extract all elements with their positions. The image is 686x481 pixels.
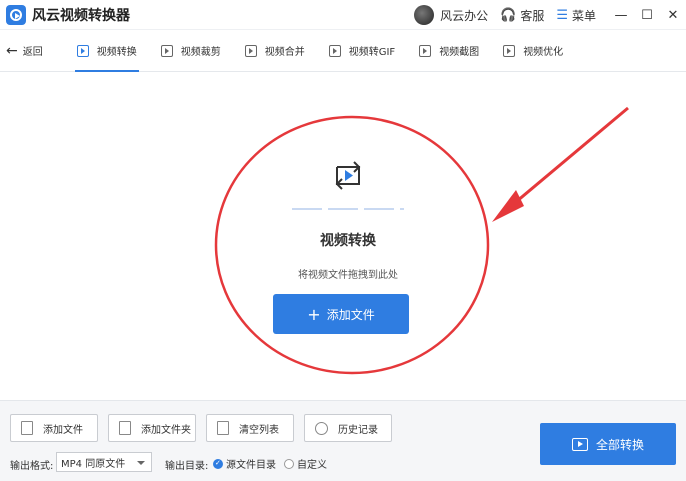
clock-icon — [315, 421, 328, 435]
format-value: MP4 同原文件 — [61, 458, 126, 470]
sliders-icon — [503, 44, 516, 57]
convert-all-button[interactable]: 全部转换 — [540, 423, 676, 465]
tab-video-crop[interactable]: 视频裁剪 — [149, 30, 233, 72]
bottom-add-file-button[interactable]: 添加文件 — [10, 414, 98, 442]
video-merge-icon — [244, 44, 257, 57]
button-label: 清空列表 — [239, 424, 279, 436]
convert-all-label: 全部转换 — [595, 437, 644, 452]
drop-subtitle: 将视频文件拖拽到此处 — [298, 270, 398, 281]
tab-video-optimize[interactable]: 视频优化 — [491, 30, 575, 72]
radio-checked-icon — [213, 458, 223, 469]
drop-area[interactable]: 视频转换 将视频文件拖拽到此处 + 添加文件 — [0, 73, 686, 400]
app-logo-icon — [6, 4, 26, 25]
service-link[interactable]: 客服 — [520, 7, 544, 24]
titlebar-controls: 风云办公 🎧 客服 ☰ 菜单 — ☐ ✕ — [414, 0, 686, 30]
radio-source-dir[interactable]: 源文件目录 — [213, 456, 276, 471]
close-button[interactable]: ✕ — [660, 0, 686, 30]
format-label: 输出格式: — [10, 461, 54, 472]
bottom-bar: 添加文件 添加文件夹 清空列表 历史记录 输出格式: MP4 同原文件 输出目录… — [0, 400, 686, 481]
output-dir-label: 输出目录: — [165, 461, 209, 472]
clear-list-button[interactable]: 清空列表 — [206, 414, 294, 442]
tab-label: 视频转换 — [96, 47, 137, 58]
avatar[interactable] — [414, 5, 435, 25]
tab-video-merge[interactable]: 视频合并 — [233, 30, 317, 72]
nav-bar: ← 返回 视频转换 视频裁剪 视频合并 视频转GIF 视频截图 视频优化 — [0, 30, 686, 72]
menu-icon[interactable]: ☰ — [556, 8, 568, 23]
add-file-button[interactable]: + 添加文件 — [273, 294, 409, 334]
radio-label: 源文件目录 — [226, 460, 276, 471]
back-button[interactable]: ← 返回 — [6, 43, 43, 59]
add-folder-button[interactable]: 添加文件夹 — [108, 414, 196, 442]
folder-add-icon — [119, 421, 131, 435]
button-label: 添加文件夹 — [141, 424, 191, 436]
radio-unchecked-icon — [284, 458, 294, 469]
drop-title: 视频转换 — [320, 233, 376, 249]
back-label: 返回 — [22, 47, 43, 58]
button-label: 历史记录 — [338, 424, 378, 436]
tab-video-convert[interactable]: 视频转换 — [65, 30, 149, 72]
file-add-icon — [21, 421, 33, 435]
format-select[interactable]: MP4 同原文件 — [56, 452, 152, 472]
history-button[interactable]: 历史记录 — [304, 414, 392, 442]
menu-link[interactable]: 菜单 — [572, 7, 596, 24]
trash-icon — [217, 421, 229, 435]
tab-label: 视频转GIF — [348, 47, 396, 58]
image-icon — [419, 44, 432, 57]
radio-custom-dir[interactable]: 自定义 — [284, 456, 327, 471]
plus-icon: + — [307, 304, 321, 324]
gif-icon — [328, 44, 341, 57]
play-icon — [571, 437, 588, 451]
button-label: 添加文件 — [43, 424, 83, 436]
convert-icon — [329, 157, 367, 195]
tab-label: 视频裁剪 — [180, 47, 221, 58]
chevron-down-icon — [137, 461, 145, 465]
drop-prompt: 视频转换 将视频文件拖拽到此处 — [253, 133, 443, 281]
minimize-button[interactable]: — — [608, 0, 634, 30]
headset-icon[interactable]: 🎧 — [500, 8, 516, 23]
video-convert-icon — [76, 44, 89, 57]
decorative-line — [292, 208, 404, 210]
tab-video-to-gif[interactable]: 视频转GIF — [317, 30, 407, 72]
arrow-left-icon: ← — [6, 42, 18, 59]
video-crop-icon — [160, 44, 173, 57]
maximize-button[interactable]: ☐ — [634, 0, 660, 30]
tab-label: 视频截图 — [439, 47, 480, 58]
add-file-label: 添加文件 — [326, 307, 375, 322]
radio-label: 自定义 — [297, 460, 327, 471]
tab-video-screenshot[interactable]: 视频截图 — [407, 30, 491, 72]
office-link[interactable]: 风云办公 — [440, 7, 488, 24]
app-title: 风云视频转换器 — [32, 7, 130, 24]
title-bar: 风云视频转换器 风云办公 🎧 客服 ☰ 菜单 — ☐ ✕ — [0, 0, 686, 30]
tab-label: 视频优化 — [523, 47, 564, 58]
tab-label: 视频合并 — [264, 47, 305, 58]
